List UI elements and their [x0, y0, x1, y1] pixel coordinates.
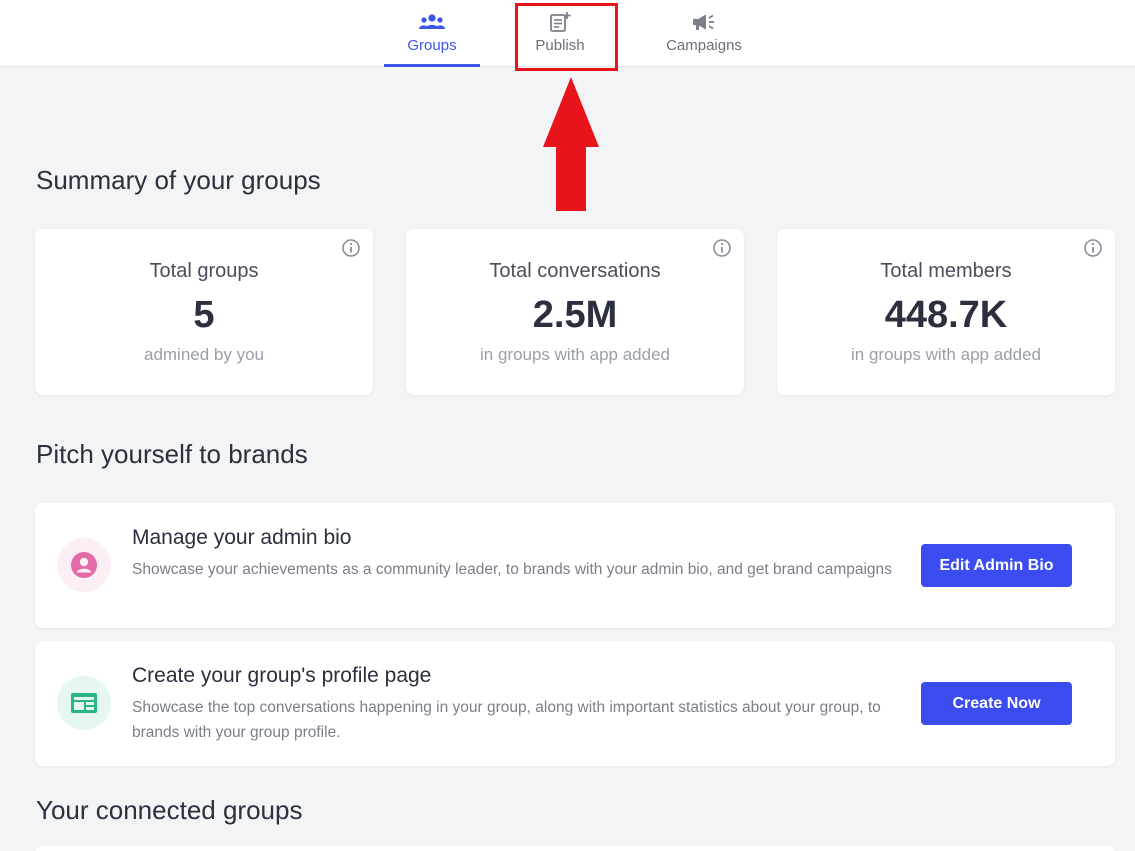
top-navigation: Groups Publish Campaigns: [0, 0, 1135, 67]
pitch-title: Manage your admin bio: [132, 526, 352, 549]
pitch-title: Create your group's profile page: [132, 664, 432, 687]
tab-campaigns[interactable]: Campaigns: [650, 0, 758, 67]
user-circle-icon: [57, 538, 111, 592]
pitch-description: Showcase the top conversations happening…: [132, 699, 881, 741]
red-arrow-icon: [543, 77, 599, 211]
info-icon[interactable]: [1083, 238, 1103, 263]
stat-subtitle: in groups with app added: [851, 345, 1041, 364]
stat-value: 5: [193, 294, 215, 336]
pitch-heading: Pitch yourself to brands: [36, 439, 308, 469]
info-icon[interactable]: [712, 238, 732, 263]
document-add-icon: [548, 12, 572, 32]
summary-heading: Summary of your groups: [36, 165, 321, 195]
stat-card-total-groups: Total groups 5 admined by you: [35, 229, 373, 395]
stat-title: Total members: [880, 260, 1012, 282]
edit-admin-bio-button[interactable]: Edit Admin Bio: [921, 544, 1072, 587]
create-now-button[interactable]: Create Now: [921, 682, 1072, 725]
connected-groups-heading: Your connected groups: [36, 795, 303, 825]
stat-card-total-conversations: Total conversations 2.5M in groups with …: [406, 229, 744, 395]
megaphone-icon: [691, 12, 717, 32]
stat-title: Total conversations: [489, 260, 661, 282]
stat-subtitle: in groups with app added: [480, 345, 670, 364]
tab-campaigns-label: Campaigns: [666, 37, 742, 54]
stat-card-total-members: Total members 448.7K in groups with app …: [777, 229, 1115, 395]
stat-title: Total groups: [149, 260, 259, 282]
stat-subtitle: admined by you: [143, 345, 265, 364]
pitch-description: Showcase your achievements as a communit…: [132, 561, 892, 578]
tab-publish-label: Publish: [535, 37, 585, 54]
info-icon[interactable]: [341, 238, 361, 263]
connected-groups-card: [35, 846, 1115, 851]
tab-groups-label: Groups: [407, 37, 457, 54]
pitch-card-admin-bio: Manage your admin bio Showcase your achi…: [35, 503, 1115, 628]
pitch-card-profile-page: Create your group's profile page Showcas…: [35, 641, 1115, 766]
stat-value: 448.7K: [884, 294, 1008, 336]
stat-value: 2.5M: [532, 294, 618, 336]
tab-groups[interactable]: Groups: [384, 0, 480, 67]
tab-publish[interactable]: Publish: [512, 0, 608, 67]
profile-page-icon: [57, 676, 111, 730]
users-icon: [418, 12, 446, 32]
